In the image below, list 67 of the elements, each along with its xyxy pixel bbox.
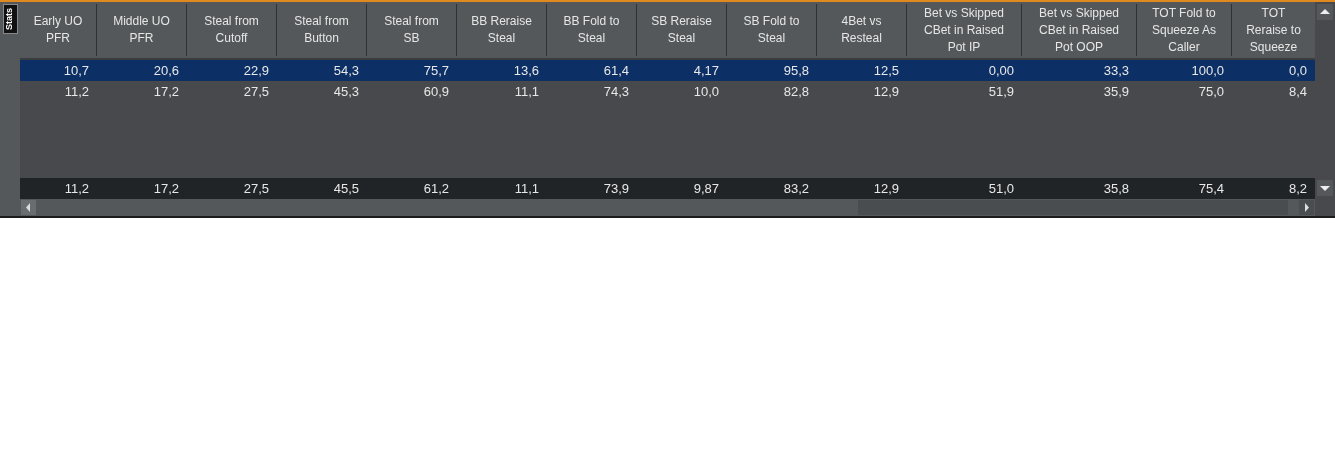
- table-cell-text: 83,2: [783, 179, 809, 198]
- table-cell-text: 35,9: [1103, 82, 1129, 101]
- table-cell-text: 45,5: [333, 179, 359, 198]
- table-cell-text: 75,0: [1198, 82, 1224, 101]
- table-cell-text: 51,0: [988, 179, 1014, 198]
- scroll-thumb[interactable]: [858, 200, 1288, 215]
- scroll-right-icon[interactable]: [1299, 200, 1314, 215]
- table-cell-text: 8,4: [1288, 82, 1307, 101]
- table-cell-text: 75,7: [423, 61, 449, 80]
- table-cell-text: 82,8: [783, 82, 809, 101]
- table-cell-text: 12,9: [873, 82, 899, 101]
- column-header[interactable]: Steal from SB: [367, 13, 456, 47]
- table-cell-text: 61,4: [603, 61, 629, 80]
- column-header[interactable]: Early UO PFR: [20, 13, 96, 47]
- column-header[interactable]: Steal from Cutoff: [187, 13, 276, 47]
- table-cell-text: 61,2: [423, 179, 449, 198]
- column-header[interactable]: Steal from Button: [277, 13, 366, 47]
- table-cell-text: 73,9: [603, 179, 629, 198]
- column-header[interactable]: TOT Reraise to Squeeze: [1232, 4, 1315, 56]
- table-cell-text: 54,3: [333, 61, 359, 80]
- table-cell-text: 8,2: [1288, 179, 1307, 198]
- column-header[interactable]: 4Bet vs Resteal: [817, 13, 906, 47]
- table-cell-text: 100,0: [1191, 61, 1224, 80]
- table-cell-text: 95,8: [783, 61, 809, 80]
- table-cell-text: 33,3: [1103, 61, 1129, 80]
- table-cell-text: 27,5: [243, 82, 269, 101]
- table-cell-text: 27,5: [243, 179, 269, 198]
- table-cell-text: 51,9: [988, 82, 1014, 101]
- scroll-up-icon[interactable]: [1317, 4, 1333, 20]
- table-cell-text: 75,4: [1198, 179, 1224, 198]
- table-cell-text: 4,17: [693, 61, 719, 80]
- table-cell-text: 0,00: [988, 61, 1014, 80]
- table-cell-text: 9,87: [693, 179, 719, 198]
- column-header[interactable]: TOT Fold to Squeeze As Caller: [1137, 4, 1231, 56]
- table-cell-text: 22,9: [243, 61, 269, 80]
- table-row[interactable]: 11,2 17,2 27,5 45,3 60,9 11,1 74,3 10,0 82,8 12,9 51,9 35,9 75,0 8,4: [20, 81, 1315, 102]
- vertical-scrollbar[interactable]: [1315, 2, 1335, 216]
- table-cell-text: 17,2: [153, 179, 179, 198]
- column-header[interactable]: Bet vs Skipped CBet in Raised Pot IP: [907, 4, 1021, 56]
- table-cell-text: 11,1: [514, 179, 539, 198]
- stats-tab[interactable]: Stats: [2, 4, 18, 34]
- horizontal-scrollbar[interactable]: [20, 199, 1315, 216]
- column-header[interactable]: Middle UO PFR: [97, 13, 186, 47]
- summary-row[interactable]: 11,2 17,2 27,5 45,5 61,2 11,1 73,9 9,87 83,2 12,9 51,0 35,8 75,4 8,2: [20, 178, 1315, 199]
- table-cell-text: 11,1: [514, 82, 539, 101]
- table-cell-text: 35,8: [1103, 179, 1129, 198]
- table-cell-text: 12,5: [873, 61, 899, 80]
- column-header[interactable]: SB Fold to Steal: [727, 13, 816, 47]
- table-cell-text: 0,0: [1288, 61, 1307, 80]
- table-cell-text: 45,3: [333, 82, 359, 101]
- table-cell-text: 10,0: [693, 82, 719, 101]
- table-cell-text: 12,9: [873, 179, 899, 198]
- table-cell-text: 11,2: [64, 179, 89, 198]
- scroll-left-icon[interactable]: [21, 200, 36, 215]
- table-cell-text: 20,6: [153, 61, 179, 80]
- column-header[interactable]: BB Fold to Steal: [547, 13, 636, 47]
- scroll-down-icon[interactable]: [1317, 180, 1333, 196]
- table-cell-text: 11,2: [64, 82, 89, 101]
- table-cell-text: 13,6: [513, 61, 539, 80]
- table-cell-text: 74,3: [603, 82, 629, 101]
- table-cell-text: 10,7: [63, 61, 89, 80]
- table-row[interactable]: 10,7 20,6 22,9 54,3 75,7 13,6 61,4 4,17 95,8 12,5 0,00 33,3 100,0 0,0: [20, 60, 1315, 81]
- column-header[interactable]: SB Reraise Steal: [637, 13, 726, 47]
- column-header[interactable]: BB Reraise Steal: [457, 13, 546, 47]
- column-header[interactable]: Bet vs Skipped CBet in Raised Pot OOP: [1022, 4, 1136, 56]
- table-cell-text: 60,9: [423, 82, 449, 101]
- table-cell-text: 17,2: [153, 82, 179, 101]
